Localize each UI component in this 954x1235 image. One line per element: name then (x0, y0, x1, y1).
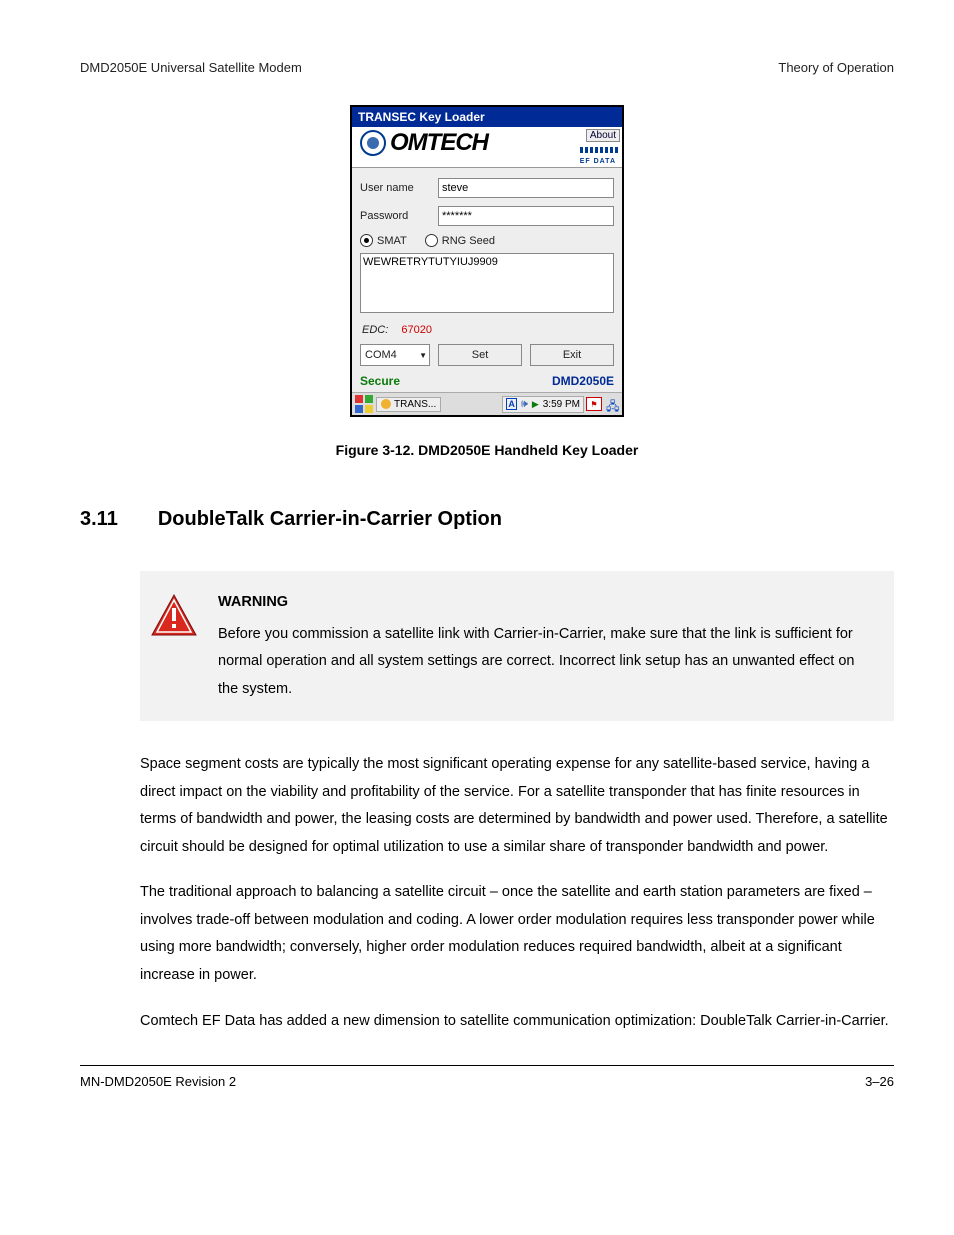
set-button[interactable]: Set (438, 344, 522, 366)
flag-icon[interactable]: ⚑ (586, 397, 602, 411)
logo-area: About OMTECH EF DATA (352, 127, 622, 168)
brand-bars-icon (580, 147, 620, 153)
edc-value: 67020 (401, 324, 432, 336)
com-port-value: COM4 (365, 349, 397, 361)
password-label: Password (360, 210, 430, 222)
radio-smat[interactable]: SMAT (360, 234, 407, 247)
footer-rule (80, 1065, 894, 1066)
system-tray[interactable]: A 🕪 ▶ 3:59 PM (502, 396, 584, 413)
brand-subtext: EF DATA (580, 158, 616, 165)
username-label: User name (360, 182, 430, 194)
username-input[interactable] (438, 178, 614, 198)
radio-smat-label: SMAT (377, 235, 407, 247)
warning-block: WARNING Before you commission a satellit… (140, 571, 894, 721)
task-icon (381, 399, 391, 409)
task-label: TRANS... (394, 399, 436, 410)
header-left: DMD2050E Universal Satellite Modem (80, 60, 302, 75)
play-icon: ▶ (532, 399, 539, 410)
app-window: TRANSEC Key Loader About OMTECH EF DATA … (350, 105, 624, 417)
warning-title: WARNING (218, 589, 874, 617)
taskbar-item[interactable]: TRANS... (376, 397, 441, 412)
exit-button[interactable]: Exit (530, 344, 614, 366)
radio-rng-label: RNG Seed (442, 235, 495, 247)
password-input[interactable] (438, 206, 614, 226)
footer-left: MN-DMD2050E Revision 2 (80, 1074, 236, 1089)
com-port-select[interactable]: COM4 ▼ (360, 344, 430, 366)
key-textarea[interactable]: WEWRETRYTUTYIUJ9909 (360, 253, 614, 313)
radio-rng-seed[interactable]: RNG Seed (425, 234, 495, 247)
network-icon[interactable]: 🖧 (606, 397, 620, 411)
tray-letter-icon: A (506, 398, 517, 410)
brand-logo: OMTECH (390, 129, 488, 157)
warning-icon (150, 593, 198, 637)
volume-icon: 🕪 (521, 398, 528, 411)
edc-label: EDC: (362, 324, 388, 336)
tray-time: 3:59 PM (543, 399, 580, 410)
footer-right: 3–26 (865, 1074, 894, 1089)
paragraph-2: The traditional approach to balancing a … (140, 879, 894, 989)
section-title: DoubleTalk Carrier-in-Carrier Option (158, 508, 502, 531)
paragraph-1: Space segment costs are typically the mo… (140, 751, 894, 861)
warning-body: Before you commission a satellite link w… (218, 626, 854, 697)
about-button[interactable]: About (586, 129, 620, 142)
window-title: TRANSEC Key Loader (352, 107, 622, 127)
taskbar: TRANS... A 🕪 ▶ 3:59 PM ⚑ 🖧 (352, 392, 622, 415)
figure-caption: Figure 3-12. DMD2050E Handheld Key Loade… (80, 442, 894, 458)
header-right: Theory of Operation (778, 60, 894, 75)
chevron-down-icon: ▼ (419, 351, 427, 360)
start-icon[interactable] (354, 394, 374, 414)
status-device: DMD2050E (552, 374, 614, 388)
status-secure: Secure (360, 374, 400, 388)
globe-icon (360, 130, 386, 156)
section-number: 3.11 (80, 508, 118, 531)
paragraph-3: Comtech EF Data has added a new dimensio… (140, 1008, 894, 1036)
